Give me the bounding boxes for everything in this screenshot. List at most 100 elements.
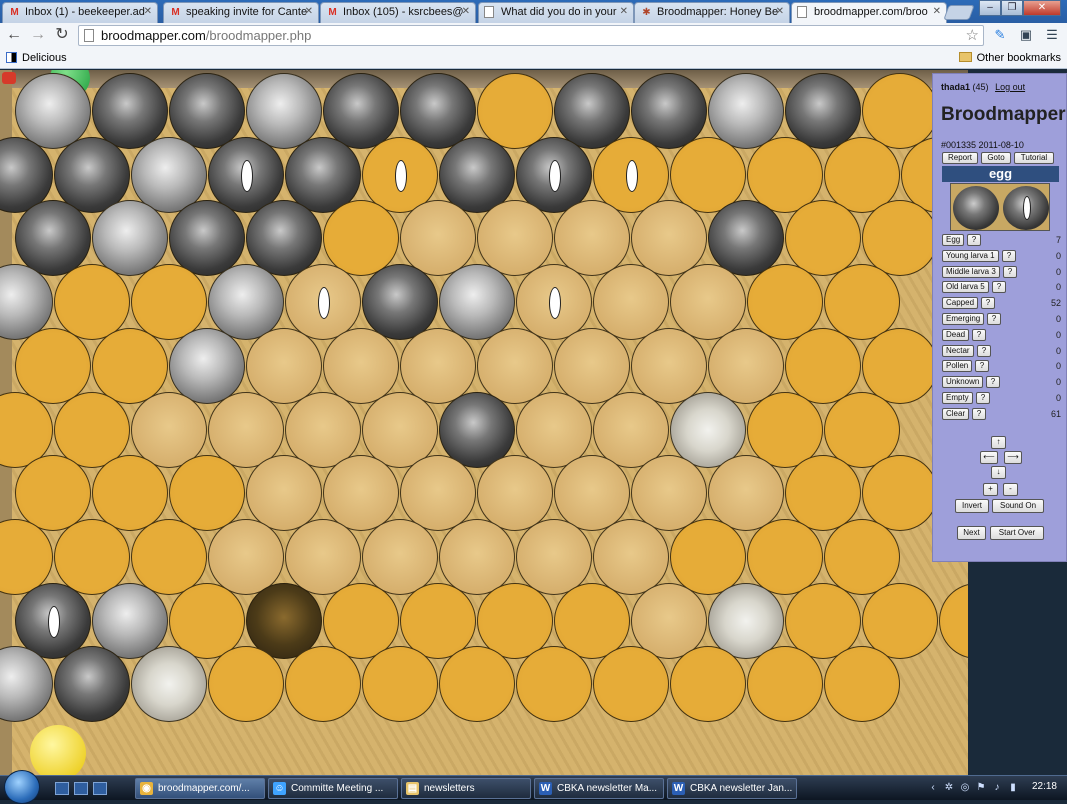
- comb-cell[interactable]: [785, 327, 861, 404]
- comb-frame-photo[interactable]: [0, 70, 968, 775]
- taskbar-item[interactable]: ☺ Committe Meeting ...: [268, 778, 398, 799]
- invert-button[interactable]: Invert: [955, 499, 989, 513]
- maximize-button[interactable]: ❐: [1001, 0, 1023, 16]
- category-help-button[interactable]: ?: [967, 234, 981, 246]
- category-empty-button[interactable]: Empty: [942, 392, 973, 404]
- logout-link[interactable]: Log out: [995, 82, 1025, 92]
- category-clear-button[interactable]: Clear: [942, 407, 970, 420]
- taskbar-item[interactable]: ◉ broodmapper.com/...: [135, 778, 265, 799]
- category-help-button[interactable]: ?: [1002, 249, 1016, 262]
- tray-battery-icon[interactable]: ▮: [1007, 782, 1019, 794]
- taskbar-item[interactable]: ▤ newsletters: [401, 778, 531, 799]
- next-button[interactable]: Next: [957, 526, 986, 540]
- tab-0[interactable]: M Inbox (1) - beekeeper.ad ✕: [2, 2, 158, 23]
- tab-close-icon[interactable]: ✕: [144, 6, 152, 17]
- pan-right-button[interactable]: ⟶: [1004, 451, 1022, 464]
- comb-cell[interactable]: [708, 73, 784, 149]
- tutorial-button[interactable]: Tutorial: [1014, 152, 1054, 164]
- comb-cell[interactable]: [862, 327, 938, 404]
- tab-close-icon[interactable]: ✕: [462, 6, 470, 17]
- close-window-button[interactable]: ✕: [1023, 0, 1061, 16]
- zoom-out-button[interactable]: -: [1003, 483, 1018, 496]
- tab-close-icon[interactable]: ✕: [933, 6, 941, 17]
- comb-cell[interactable]: [323, 73, 399, 149]
- comb-cell[interactable]: [323, 327, 399, 404]
- category-help-button[interactable]: ?: [992, 281, 1006, 294]
- category-emerging-button[interactable]: Emerging: [942, 313, 985, 325]
- tab-3[interactable]: What did you do in your ✕: [478, 2, 634, 23]
- quicklaunch-app-icon[interactable]: [93, 782, 107, 795]
- comb-cell[interactable]: [554, 73, 630, 149]
- category-help-button[interactable]: ?: [1003, 265, 1017, 278]
- comb-cell[interactable]: [246, 73, 322, 149]
- extension-pen-icon[interactable]: ✎: [992, 27, 1008, 43]
- extension-lock-icon[interactable]: ▣: [1018, 27, 1034, 43]
- goto-button[interactable]: Goto: [981, 152, 1011, 164]
- comb-cell[interactable]: [708, 327, 784, 404]
- tab-close-icon[interactable]: ✕: [620, 6, 628, 17]
- category-help-button[interactable]: ?: [972, 407, 986, 420]
- zoom-in-button[interactable]: +: [983, 483, 998, 496]
- start-over-button[interactable]: Start Over: [990, 526, 1044, 540]
- category-pollen-button[interactable]: Pollen: [942, 360, 973, 373]
- tray-update-icon[interactable]: ◎: [959, 782, 971, 794]
- category-nectar-button[interactable]: Nectar: [942, 344, 974, 357]
- comb-cell[interactable]: [169, 327, 245, 404]
- tab-2[interactable]: M Inbox (105) - ksrcbees@ ✕: [320, 2, 476, 23]
- reload-button[interactable]: ↻: [52, 25, 72, 45]
- tray-flag-icon[interactable]: ⚑: [975, 782, 987, 794]
- tab-close-icon[interactable]: ✕: [305, 6, 313, 17]
- comb-cell[interactable]: [477, 73, 553, 149]
- window-switcher-icon[interactable]: [74, 782, 88, 795]
- comb-cell[interactable]: [169, 73, 245, 149]
- category-help-button[interactable]: ?: [976, 392, 990, 404]
- comb-cell[interactable]: [400, 73, 476, 149]
- comb-cell[interactable]: [631, 327, 707, 404]
- comb-cell[interactable]: [824, 646, 900, 723]
- comb-cell[interactable]: [400, 327, 476, 404]
- bookmark-delicious[interactable]: Delicious: [6, 52, 67, 64]
- back-button[interactable]: ←: [4, 25, 24, 45]
- comb-cell[interactable]: [477, 327, 553, 404]
- sound-toggle-button[interactable]: Sound On: [992, 499, 1044, 513]
- comb-cell[interactable]: [246, 327, 322, 404]
- category-help-button[interactable]: ?: [975, 360, 989, 373]
- comb-cell[interactable]: [208, 646, 284, 723]
- bookmark-star-icon[interactable]: ☆: [966, 26, 979, 45]
- forward-button[interactable]: →: [28, 25, 48, 45]
- comb-cell[interactable]: [15, 73, 91, 149]
- comb-cell[interactable]: [285, 646, 361, 723]
- tray-expand-icon[interactable]: ‹: [927, 782, 939, 794]
- report-button[interactable]: Report: [942, 152, 978, 164]
- category-old-larva-5-button[interactable]: Old larva 5: [942, 281, 989, 294]
- pan-down-button[interactable]: ↓: [991, 466, 1006, 479]
- comb-cell[interactable]: [593, 646, 669, 723]
- comb-cell[interactable]: [785, 73, 861, 149]
- address-bar[interactable]: broodmapper.com/broodmapper.php ☆: [78, 25, 984, 46]
- minimize-button[interactable]: –: [979, 0, 1001, 16]
- category-young-larva-1-button[interactable]: Young larva 1: [942, 249, 999, 262]
- taskbar-item[interactable]: W CBKA newsletter Ma...: [534, 778, 664, 799]
- comb-cell[interactable]: [670, 646, 746, 723]
- category-unknown-button[interactable]: Unknown: [942, 376, 984, 389]
- tab-4[interactable]: ✱ Broodmapper: Honey Be ✕: [634, 2, 790, 23]
- comb-cell[interactable]: [92, 73, 168, 149]
- show-desktop-icon[interactable]: [55, 782, 69, 795]
- tab-1[interactable]: Mspeaking invite for Cante ✕: [163, 2, 319, 23]
- comb-cell[interactable]: [747, 646, 823, 723]
- comb-cell[interactable]: [939, 582, 968, 659]
- category-egg-button[interactable]: Egg: [942, 234, 965, 246]
- tray-volume-icon[interactable]: ♪: [991, 782, 1003, 794]
- other-bookmarks[interactable]: Other bookmarks: [958, 52, 1061, 64]
- comb-cell[interactable]: [554, 327, 630, 404]
- pan-left-button[interactable]: ⟵: [980, 451, 998, 464]
- menu-icon[interactable]: ☰: [1044, 27, 1060, 43]
- category-middle-larva-3-button[interactable]: Middle larva 3: [942, 265, 1000, 278]
- category-help-button[interactable]: ?: [981, 297, 995, 310]
- comb-cell[interactable]: [862, 73, 938, 149]
- tab-5[interactable]: broodmapper.com/broo ✕: [791, 2, 947, 24]
- category-help-button[interactable]: ?: [977, 344, 991, 357]
- comb-cell[interactable]: [92, 327, 168, 404]
- category-help-button[interactable]: ?: [987, 313, 1001, 325]
- category-capped-button[interactable]: Capped: [942, 297, 979, 310]
